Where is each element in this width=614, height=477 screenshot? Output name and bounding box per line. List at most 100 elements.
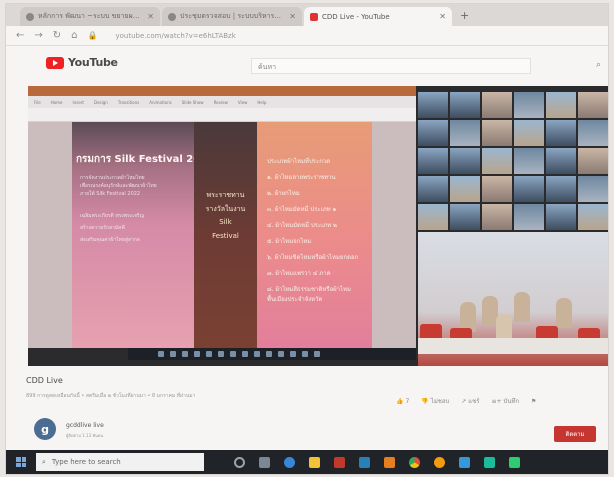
participant-tile	[546, 148, 576, 174]
report-button[interactable]: ⚑	[531, 396, 536, 406]
slide-right-panel: ประเภทผ้าไหมที่ประกวด ๑. ผ้าไหมลายพระราช…	[257, 122, 372, 348]
participant-tile	[450, 176, 480, 202]
meeting-room-camera	[418, 232, 608, 366]
file-explorer-icon[interactable]	[309, 456, 320, 468]
mail-icon[interactable]	[359, 456, 370, 468]
participant-tile	[514, 204, 544, 230]
edge-icon[interactable]	[284, 456, 295, 468]
taskbar-search-input[interactable]: ⌕ Type here to search	[36, 453, 204, 471]
tab-favicon-icon	[168, 12, 176, 21]
windows-taskbar: ⌕ Type here to search	[6, 450, 608, 474]
dislike-label: ไม่ชอบ	[430, 398, 450, 405]
slide-middle-panel: พระราชทาน รางวัลในงาน Silk Festival	[194, 122, 257, 348]
participant-tile	[514, 148, 544, 174]
close-tab-icon[interactable]: ✕	[147, 12, 154, 21]
slide-left-line: เฉลิมพระเกียรติ ทรงพระเจริญ	[80, 213, 145, 219]
new-tab-button[interactable]: +	[460, 9, 469, 22]
start-button[interactable]	[6, 450, 36, 474]
slide-right-line: ประเภทผ้าไหมที่ประกวด	[267, 158, 331, 165]
video-meta: 899 การดูสดเหมือนกันนี้ • สตรีมเมื่อ ๒ ช…	[26, 393, 196, 399]
browser-tab-2[interactable]: ประชุมตรวจสอบ | ระบบบริหาร... ✕	[162, 7, 302, 26]
tab-label: หลักการ พัฒนา ~ระบบ ขยายผลการ ...	[38, 12, 143, 20]
dislike-button[interactable]: 👎 ไม่ชอบ	[421, 396, 449, 406]
youtube-logo[interactable]: YouTube	[46, 56, 118, 69]
app-icon[interactable]	[384, 456, 395, 468]
like-button[interactable]: 👍 7	[396, 396, 409, 406]
menu-item: Design	[94, 99, 108, 105]
forward-arrow-icon[interactable]: →	[34, 30, 42, 41]
channel-subscriber-count: ผู้ติดตาม 1.13 พันคน	[66, 433, 104, 438]
cortana-icon[interactable]	[234, 456, 245, 468]
slide-right-line: พื้นเมืองประจำจังหวัด	[267, 296, 323, 303]
menu-item: Transitions	[117, 99, 140, 105]
video-player[interactable]: File Home Insert Design Transitions Anim…	[28, 86, 608, 366]
chrome-icon[interactable]	[409, 456, 420, 468]
lock-icon: 🔒	[87, 31, 98, 40]
participant-tile	[514, 176, 544, 202]
like-icon: 👍	[396, 397, 404, 405]
participant-tile	[450, 148, 480, 174]
participant-tile	[450, 92, 480, 118]
menu-item: Help	[257, 99, 267, 105]
slide-left-panel: กรมการ Silk Festival 2022 การจัดงานประกว…	[72, 122, 214, 348]
app-icon[interactable]	[434, 456, 445, 468]
close-tab-icon[interactable]: ✕	[439, 12, 446, 21]
participant-tile	[514, 92, 544, 118]
search-icon: ⌕	[42, 457, 46, 466]
url-field[interactable]: youtube.com/watch?v=e6hLTABzk	[116, 32, 236, 40]
shared-screen-taskbar	[128, 348, 416, 360]
participant-tile	[482, 176, 512, 202]
menu-item: Insert	[72, 99, 84, 105]
browser-tab-1[interactable]: หลักการ พัฒนา ~ระบบ ขยายผลการ ... ✕	[20, 7, 160, 26]
youtube-search-input[interactable]: ค้นหา	[251, 58, 531, 74]
slide-right-line: ๔. ผ้าไหมมัดหมี่ ประเภท ๒	[267, 222, 337, 229]
slide-middle-line: พระราชทาน	[206, 191, 245, 199]
browser-tab-youtube[interactable]: CDD Live - YouTube ✕	[304, 7, 452, 26]
home-icon[interactable]: ⌂	[71, 30, 77, 41]
participant-figure	[514, 292, 530, 322]
screen-photo: หลักการ พัฒนา ~ระบบ ขยายผลการ ... ✕ ประช…	[6, 4, 608, 474]
save-button[interactable]: ≡+ บันทึก	[491, 396, 519, 406]
participant-tile	[514, 120, 544, 146]
participant-tile	[418, 176, 448, 202]
address-bar: ← → ↻ ⌂ 🔒 youtube.com/watch?v=e6hLTABzk	[6, 26, 608, 46]
slide-left-line: การจัดงานประกวดผ้าไหมไทย	[80, 175, 145, 181]
video-conference-grid	[418, 92, 608, 230]
reload-icon[interactable]: ↻	[53, 30, 61, 41]
menu-item: Home	[50, 99, 63, 105]
back-arrow-icon[interactable]: ←	[16, 30, 24, 41]
task-view-icon[interactable]	[259, 456, 270, 468]
presentation-ribbon	[28, 108, 416, 122]
search-icon[interactable]: ⌕	[596, 60, 601, 70]
participant-tile	[546, 92, 576, 118]
share-icon: ↗	[461, 397, 467, 405]
dislike-icon: 👎	[421, 397, 429, 405]
channel-name[interactable]: gcddlive live	[66, 422, 104, 429]
participant-tile	[546, 204, 576, 230]
subscribe-button[interactable]: ติดตาม	[554, 426, 596, 442]
save-label: บันทึก	[503, 398, 520, 405]
close-tab-icon[interactable]: ✕	[289, 12, 296, 21]
participant-tile	[482, 204, 512, 230]
tab-label: CDD Live - YouTube	[322, 12, 390, 21]
app-icon[interactable]	[484, 456, 495, 468]
participant-tile	[418, 204, 448, 230]
menu-item: File	[34, 99, 41, 105]
slide-middle-line: Silk	[219, 218, 232, 226]
taskbar-app-icons	[234, 456, 520, 468]
participant-tile	[578, 120, 608, 146]
participant-tile	[482, 92, 512, 118]
store-icon[interactable]	[334, 456, 345, 468]
participant-tile	[578, 176, 608, 202]
slide-middle-line: รางวัลในงาน	[205, 205, 246, 213]
presentation-menu-bar: File Home Insert Design Transitions Anim…	[28, 96, 416, 108]
participant-tile	[418, 148, 448, 174]
share-button[interactable]: ↗ แชร์	[461, 396, 479, 406]
channel-avatar[interactable]: g	[34, 418, 56, 440]
youtube-logo-text: YouTube	[68, 56, 118, 69]
shared-screen-titlebar	[28, 86, 416, 96]
app-icon[interactable]	[459, 456, 470, 468]
participant-tile	[482, 148, 512, 174]
line-icon[interactable]	[509, 456, 520, 468]
slide-right-line: ๓. ผ้าไหมมัดหมี่ ประเภท ๑	[267, 206, 337, 213]
